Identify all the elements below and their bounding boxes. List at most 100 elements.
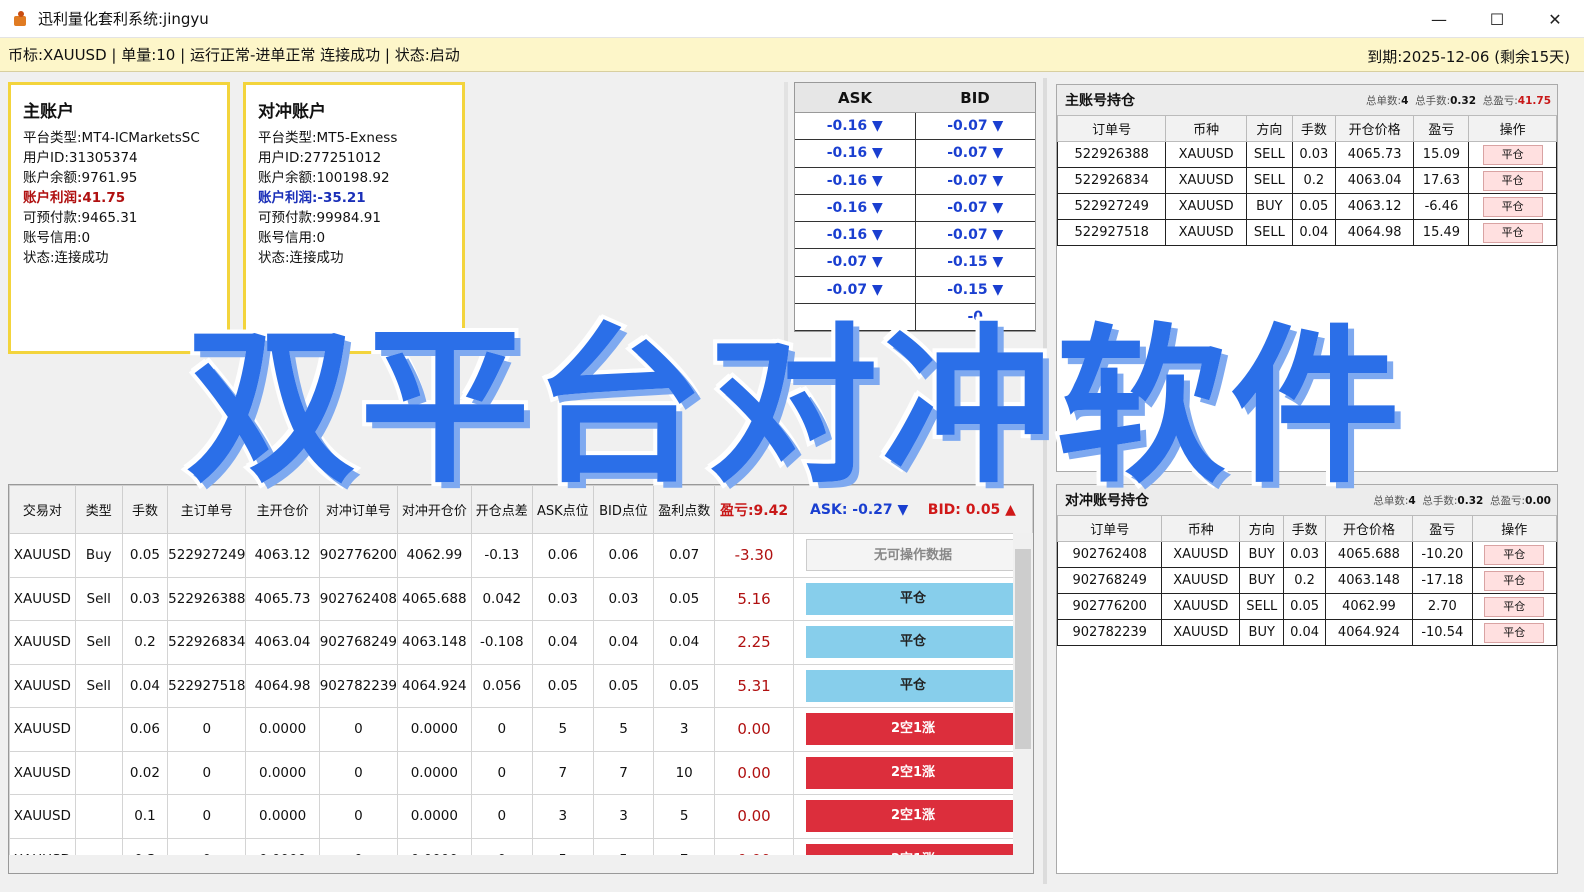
main-account-user-id: 用户ID:31305374 [23,150,138,166]
table-cell: 4065.688 [397,576,472,621]
close-position-button[interactable]: 平仓 [1482,170,1543,191]
hedge-positions-stats: 总单数:4 总手数:0.32 总盈亏:0.00 [1373,495,1551,507]
table-cell: 7 [531,750,594,795]
close-position-button[interactable]: 平仓 [1484,596,1545,617]
ask-bid-row: -0.16 ▼ -0.07 ▼ [795,222,1035,250]
column-header: 对冲订单号 [318,485,399,534]
ask-bid-row: -0.16 ▼ -0.07 ▼ [795,167,1035,195]
table-row[interactable]: XAUUSD Sell 0.03 522926388 4065.73 902762408 4… [9,576,1033,621]
ask-summary: ASK: -0.27 ▼ [810,501,909,518]
table-cell: XAUUSD [9,750,76,795]
main-account-profit: 账户利润:41.75 [23,190,126,206]
status-bar: 币标:XAUUSD | 单量:10 | 运行正常-进单正常 连接成功 | 状态:… [0,38,1584,72]
table-cell: 0 [318,794,399,839]
table-row[interactable]: XAUUSD 0.1 0 0.0000 0 0.0000 0 3 3 5 0.00 2空1涨 [9,794,1033,839]
close-window-button[interactable]: ✕ [1526,0,1584,38]
divider [784,82,788,362]
table-row[interactable]: XAUUSD Sell 0.04 522927518 4064.98 902782239 4… [9,663,1033,708]
table-cell: 0.042 [470,576,533,621]
close-pair-button[interactable]: 平仓 [806,626,1020,659]
ask-value [795,304,916,331]
close-pair-button[interactable]: 平仓 [806,669,1020,702]
table-row[interactable]: XAUUSD 0.06 0 0.0000 0 0.0000 0 5 5 3 0.00 2空1涨 [9,707,1033,752]
strategy-button[interactable]: 2空1涨 [806,713,1020,746]
table-cell: -0.108 [470,620,533,665]
column-header: 盈亏 [1413,115,1470,142]
table-cell: 0.05 [121,533,169,578]
bid-value: -0.15 ▼ [947,281,1004,298]
table-cell: 5 [653,794,716,839]
table-cell: 3 [653,707,716,752]
main-account-panel: 主账户 平台类型:MT4-ICMarketsSC 用户ID:31305374 账… [8,82,230,354]
hedge-account-user-id: 用户ID:277251012 [258,150,382,166]
scroll-thumb[interactable] [1015,549,1031,749]
close-position-button[interactable]: 平仓 [1482,196,1543,217]
ask-header: ASK [837,89,873,107]
ask-bid-row: -0.16 ▼ -0.07 ▼ [795,140,1035,168]
table-cell: 4063.148 [397,620,472,665]
table-cell: 0 [167,707,247,752]
ask-value: -0.16 ▼ [795,140,916,167]
pl-cell: 0.00 [714,707,794,752]
table-cell: Sell [74,663,123,708]
hedge-account-free-margin: 可预付款:99984.91 [258,210,381,226]
table-cell: 0.05 [592,663,655,708]
strategy-button[interactable]: 2空1涨 [806,800,1020,833]
vertical-scrollbar[interactable] [1013,533,1033,857]
column-header: 币种 [1165,115,1247,142]
main-account-state: 状态:连接成功 [23,250,109,266]
column-header: 盈利点数 [653,485,716,534]
title-bar: 迅利量化套利系统:jingyu — ☐ ✕ [0,0,1584,38]
ask-bid-panel: ASK BID -0.16 ▼ -0.07 ▼ -0.16 ▼ -0.07 ▼ -0… [794,82,1036,332]
table-cell: 522926388 [167,576,247,621]
maximize-button[interactable]: ☐ [1468,0,1526,38]
table-cell: 0.0000 [397,707,472,752]
hedge-account-panel: 对冲账户 平台类型:MT5-Exness 用户ID:277251012 账户余额… [243,82,465,354]
app-logo-icon [12,10,30,28]
close-position-button[interactable]: 平仓 [1484,544,1545,565]
hedge-positions-table: 订单号 币种 方向 手数 开仓价格 盈亏 操作 902762408 XAUUSD B… [1056,515,1557,646]
table-cell: 0.04 [531,620,594,665]
column-header: 主开仓价 [245,485,320,534]
table-cell: 4064.924 [397,663,472,708]
table-cell: 0.03 [531,576,594,621]
close-position-button[interactable]: 平仓 [1482,144,1543,165]
horizontal-scrollbar[interactable] [9,855,1033,873]
bid-value: -0.07 ▼ [947,118,1004,134]
main-account-title: 主账户 [23,102,74,122]
column-header: 交易对 [9,485,76,534]
column-header: 盈亏 [1412,515,1473,542]
pl-cell: 0.00 [714,794,794,839]
close-position-button[interactable]: 平仓 [1484,622,1545,643]
no-action-button[interactable]: 无可操作数据 [806,539,1020,572]
minimize-button[interactable]: — [1410,0,1468,38]
table-cell: XAUUSD [9,576,76,621]
close-pair-button[interactable]: 平仓 [806,582,1020,615]
column-header: 开仓价格 [1334,115,1415,142]
table-cell: 902782239 [318,663,399,708]
table-cell: 0 [318,750,399,795]
bid-value: -0.07 ▼ [947,145,1004,162]
ask-bid-row: -0.16 ▼ -0.07 ▼ [795,113,1035,141]
table-cell: 0.05 [653,663,716,708]
main-account-platform: 平台类型:MT4-ICMarketsSC [23,130,200,146]
table-cell: 5 [531,707,594,752]
table-cell: XAUUSD [9,663,76,708]
pl-cell: 2.25 [714,620,794,665]
table-cell: 4062.99 [397,533,472,578]
hedge-positions-panel: 对冲账号持仓 总单数:4 总手数:0.32 总盈亏:0.00 订单号 币种 方向… [1056,484,1558,874]
table-row[interactable]: XAUUSD Buy 0.05 522927249 4063.12 902776200 40… [9,533,1033,578]
close-position-button[interactable]: 平仓 [1482,222,1543,243]
table-cell: 0.04 [121,663,169,708]
table-cell [74,707,123,752]
strategy-button[interactable]: 2空1涨 [806,756,1020,789]
ask-bid-row: -0.07 ▼ -0.15 ▼ [795,249,1035,277]
pl-cell: -3.30 [714,533,794,578]
table-cell [74,794,123,839]
column-header: 操作 [1468,115,1557,142]
column-header: 开仓价格 [1324,515,1414,542]
table-cell: 522927518 [167,663,247,708]
table-row[interactable]: XAUUSD 0.02 0 0.0000 0 0.0000 0 7 7 10 0.00 2空1涨 [9,750,1033,795]
table-row[interactable]: XAUUSD Sell 0.2 522926834 4063.04 902768249 40… [9,620,1033,665]
close-position-button[interactable]: 平仓 [1484,570,1545,591]
